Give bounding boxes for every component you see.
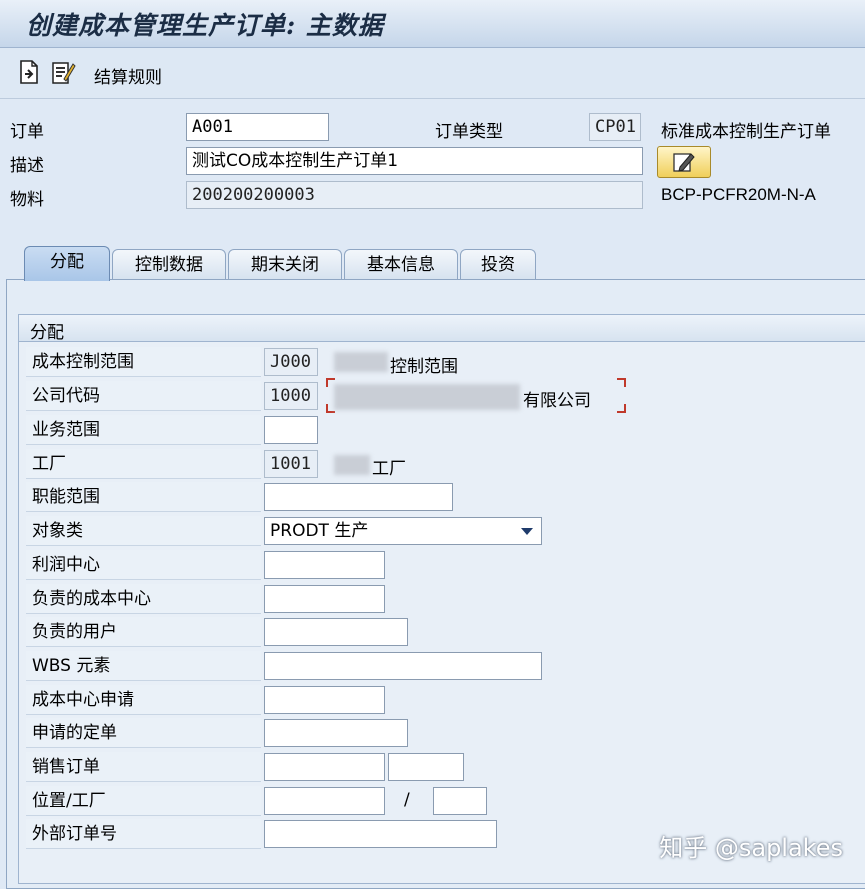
tab-investment[interactable]: 投资 <box>460 249 536 280</box>
material-text: BCP-PCFR20M-N-A <box>661 185 816 204</box>
external-order-field[interactable] <box>264 820 497 848</box>
requesting-cost-center-field[interactable] <box>264 686 385 714</box>
location-plant-field[interactable] <box>433 787 487 815</box>
plant-text: 工厂 <box>372 459 406 479</box>
sales-order-label: 销售订单 <box>26 752 261 782</box>
settlement-icon[interactable] <box>50 59 76 85</box>
profit-center-label: 利润中心 <box>26 550 261 580</box>
title-bar: 创建成本管理生产订单: 主数据 <box>0 0 865 48</box>
description-label: 描述 <box>10 156 44 176</box>
order-label: 订单 <box>10 122 44 142</box>
plant-label: 工厂 <box>26 449 261 479</box>
material-field: 200200200003 <box>186 181 643 209</box>
redacted-text <box>334 352 388 372</box>
order-field[interactable]: A001 <box>186 113 329 141</box>
profit-center-field[interactable] <box>264 551 385 579</box>
wbs-element-field[interactable] <box>264 652 542 680</box>
requesting-order-field[interactable] <box>264 719 408 747</box>
requesting-order-label: 申请的定单 <box>26 718 261 748</box>
responsible-cost-center-field[interactable] <box>264 585 385 613</box>
object-class-dropdown[interactable]: PRODT 生产 <box>264 517 542 545</box>
dropdown-arrow-icon[interactable] <box>521 528 533 535</box>
description-field[interactable]: 测试CO成本控制生产订单1 <box>186 147 643 175</box>
object-class-value: PRODT 生产 <box>270 521 369 541</box>
company-code-label: 公司代码 <box>26 381 261 411</box>
tab-period-end-closing[interactable]: 期末关闭 <box>228 249 342 280</box>
object-class-label: 对象类 <box>26 516 261 546</box>
company-code-field: 1000 <box>264 382 318 410</box>
application-toolbar: 结算规则 <box>0 48 865 99</box>
business-area-field[interactable] <box>264 416 318 444</box>
new-document-icon[interactable] <box>16 59 42 85</box>
order-type-field: CP01 <box>589 113 641 141</box>
redacted-text <box>334 384 520 410</box>
company-code-text: 有限公司 <box>523 391 591 411</box>
focus-corner <box>617 378 626 387</box>
order-type-text: 标准成本控制生产订单 <box>661 122 831 142</box>
responsible-user-field[interactable] <box>264 618 408 646</box>
redacted-text <box>334 455 370 475</box>
material-label: 物料 <box>10 190 44 210</box>
requesting-cost-center-label: 成本中心申请 <box>26 685 261 715</box>
business-area-label: 业务范围 <box>26 415 261 445</box>
focus-corner <box>617 404 626 413</box>
location-plant-label: 位置/工厂 <box>26 786 261 816</box>
location-separator: / <box>404 790 410 810</box>
assignment-group-header <box>18 314 865 342</box>
functional-area-field[interactable] <box>264 483 453 511</box>
tabstrip: 分配 控制数据 期末关闭 基本信息 投资 <box>0 246 865 281</box>
window-title: 创建成本管理生产订单: 主数据 <box>26 11 384 40</box>
controlling-area-field: J000 <box>264 348 318 376</box>
functional-area-label: 职能范围 <box>26 482 261 512</box>
tab-assignment[interactable]: 分配 <box>24 246 110 281</box>
external-order-label: 外部订单号 <box>26 819 261 849</box>
responsible-user-label: 负责的用户 <box>26 617 261 647</box>
controlling-area-label: 成本控制范围 <box>26 347 261 377</box>
wbs-element-label: WBS 元素 <box>26 651 261 681</box>
tab-general-data[interactable]: 基本信息 <box>344 249 458 280</box>
location-field[interactable] <box>264 787 385 815</box>
long-text-edit-button[interactable] <box>657 146 711 178</box>
sales-order-item-field[interactable] <box>388 753 464 781</box>
tab-control-data[interactable]: 控制数据 <box>112 249 226 280</box>
edit-pencil-icon <box>673 153 695 172</box>
controlling-area-text: 控制范围 <box>390 357 458 377</box>
order-type-label: 订单类型 <box>435 122 503 142</box>
watermark: 知乎 @saplakes <box>659 834 843 862</box>
responsible-cost-center-label: 负责的成本中心 <box>26 584 261 614</box>
settlement-rule-button[interactable]: 结算规则 <box>94 63 162 88</box>
sales-order-field[interactable] <box>264 753 385 781</box>
assignment-group-title: 分配 <box>30 323 64 343</box>
plant-field: 1001 <box>264 450 318 478</box>
